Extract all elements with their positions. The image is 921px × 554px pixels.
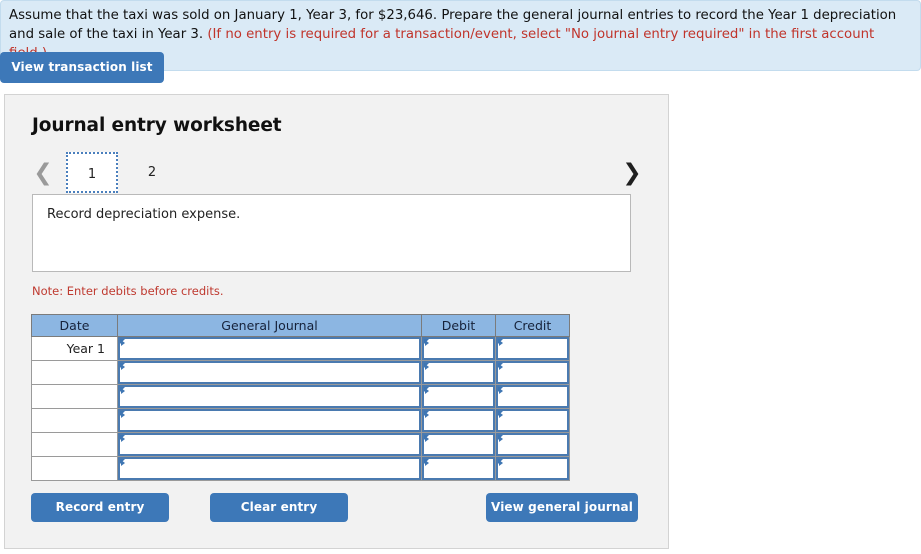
- credit-amount-input[interactable]: [496, 337, 569, 360]
- credit-amount-input[interactable]: [496, 433, 569, 456]
- record-entry-button[interactable]: Record entry: [31, 493, 169, 522]
- credit-amount-input[interactable]: [496, 385, 569, 408]
- cell-debit[interactable]: [421, 336, 496, 361]
- cell-credit[interactable]: [495, 360, 570, 385]
- worksheet-pager: ❮ 1 2 ❯: [30, 152, 645, 196]
- cell-date: [31, 456, 118, 481]
- cell-date: [31, 432, 118, 457]
- cell-debit[interactable]: [421, 360, 496, 385]
- debits-before-credits-note: Note: Enter debits before credits.: [32, 284, 224, 298]
- table-row: [31, 456, 570, 481]
- cell-date: [31, 408, 118, 433]
- cell-date: [31, 360, 118, 385]
- cell-debit[interactable]: [421, 456, 496, 481]
- debit-amount-input[interactable]: [422, 337, 495, 360]
- chevron-right-icon[interactable]: ❯: [619, 156, 645, 190]
- entry-description-box: Record depreciation expense.: [32, 194, 631, 272]
- table-header-row: Date General Journal Debit Credit: [31, 314, 570, 337]
- worksheet-tab-1[interactable]: 1: [66, 152, 118, 193]
- account-select-input[interactable]: [118, 385, 421, 408]
- clear-entry-button[interactable]: Clear entry: [210, 493, 348, 522]
- debit-amount-input[interactable]: [422, 433, 495, 456]
- worksheet-tab-2[interactable]: 2: [126, 152, 178, 193]
- column-header-general-journal: General Journal: [117, 314, 422, 337]
- debit-amount-input[interactable]: [422, 385, 495, 408]
- cell-credit[interactable]: [495, 408, 570, 433]
- table-body: Year 1: [31, 336, 570, 481]
- cell-general-journal[interactable]: [117, 384, 422, 409]
- table-row: Year 1: [31, 336, 570, 361]
- account-select-input[interactable]: [118, 433, 421, 456]
- column-header-debit: Debit: [421, 314, 496, 337]
- table-row: [31, 408, 570, 433]
- credit-amount-input[interactable]: [496, 409, 569, 432]
- cell-general-journal[interactable]: [117, 336, 422, 361]
- account-select-input[interactable]: [118, 409, 421, 432]
- cell-credit[interactable]: [495, 432, 570, 457]
- cell-debit[interactable]: [421, 384, 496, 409]
- column-header-credit: Credit: [495, 314, 570, 337]
- cell-credit[interactable]: [495, 456, 570, 481]
- chevron-left-icon[interactable]: ❮: [30, 156, 56, 190]
- credit-amount-input[interactable]: [496, 361, 569, 384]
- cell-date: [31, 384, 118, 409]
- account-select-input[interactable]: [118, 361, 421, 384]
- account-select-input[interactable]: [118, 337, 421, 360]
- debit-amount-input[interactable]: [422, 457, 495, 480]
- page-title: Journal entry worksheet: [32, 115, 282, 136]
- cell-credit[interactable]: [495, 336, 570, 361]
- view-general-journal-button[interactable]: View general journal: [486, 493, 638, 522]
- journal-entry-worksheet-panel: Journal entry worksheet ❮ 1 2 ❯ Record d…: [4, 94, 669, 549]
- account-select-input[interactable]: [118, 457, 421, 480]
- view-transaction-list-button[interactable]: View transaction list: [0, 52, 164, 83]
- cell-general-journal[interactable]: [117, 432, 422, 457]
- credit-amount-input[interactable]: [496, 457, 569, 480]
- general-journal-table: Date General Journal Debit Credit Year 1: [31, 314, 570, 481]
- table-row: [31, 384, 570, 409]
- debit-amount-input[interactable]: [422, 409, 495, 432]
- column-header-date: Date: [31, 314, 118, 337]
- cell-debit[interactable]: [421, 408, 496, 433]
- table-row: [31, 432, 570, 457]
- cell-date: Year 1: [31, 336, 118, 361]
- debit-amount-input[interactable]: [422, 361, 495, 384]
- cell-general-journal[interactable]: [117, 360, 422, 385]
- table-row: [31, 360, 570, 385]
- cell-general-journal[interactable]: [117, 456, 422, 481]
- cell-credit[interactable]: [495, 384, 570, 409]
- cell-general-journal[interactable]: [117, 408, 422, 433]
- cell-debit[interactable]: [421, 432, 496, 457]
